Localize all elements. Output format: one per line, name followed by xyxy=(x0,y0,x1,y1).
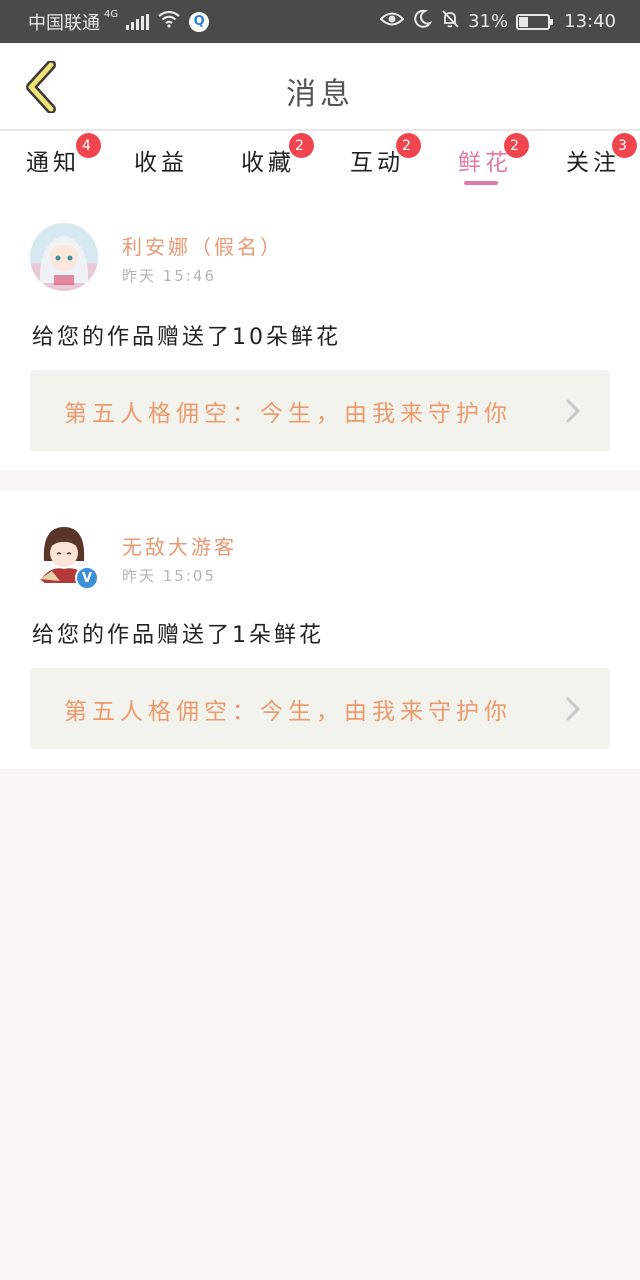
tab-bar: 通知 4 收益 收藏 2 互动 2 鲜花 2 关注 3 xyxy=(0,131,640,189)
tab-label: 鲜花 xyxy=(458,150,512,176)
work-title: 第五人格佣空：今生，由我来守护你 xyxy=(64,698,512,725)
work-link[interactable]: 第五人格佣空：今生，由我来守护你 xyxy=(30,370,610,451)
unread-badge: 2 xyxy=(396,133,421,158)
carrier-label: 中国联通 xyxy=(28,12,100,34)
network-type: 4G xyxy=(104,9,119,20)
qq-browser-icon: Q xyxy=(189,11,210,32)
chevron-right-icon xyxy=(566,697,580,721)
tab-label: 收益 xyxy=(134,150,188,176)
tab-follows[interactable]: 关注 3 xyxy=(566,133,637,177)
tab-interactions[interactable]: 互动 2 xyxy=(350,133,421,177)
tab-label: 收藏 xyxy=(241,150,295,176)
header: 消息 xyxy=(0,43,640,131)
work-link[interactable]: 第五人格佣空：今生，由我来守护你 xyxy=(30,668,610,749)
message-card: V 无敌大游客 昨天 15:05 给您的作品赠送了1朵鲜花 第五人格佣空：今生，… xyxy=(0,491,640,769)
battery-icon xyxy=(516,13,554,30)
chevron-right-icon xyxy=(566,399,580,423)
eye-icon xyxy=(379,11,405,32)
sender-name[interactable]: 利安娜（假名） xyxy=(122,231,283,260)
unread-badge: 4 xyxy=(76,133,101,158)
avatar[interactable] xyxy=(30,223,98,291)
unread-badge: 3 xyxy=(612,133,637,158)
wifi-icon xyxy=(157,10,181,33)
tab-label: 关注 xyxy=(566,150,620,176)
moon-icon xyxy=(412,9,433,34)
status-bar: 中国联通 4G Q 31% 13:40 xyxy=(0,0,640,43)
signal-icon xyxy=(126,13,150,30)
page-title: 消息 xyxy=(286,77,354,112)
verified-badge-icon: V xyxy=(75,566,99,590)
unread-badge: 2 xyxy=(289,133,314,158)
mute-bell-icon xyxy=(440,9,460,34)
tab-label: 通知 xyxy=(26,150,80,176)
active-tab-indicator xyxy=(464,181,498,185)
message-time: 昨天 15:46 xyxy=(122,267,216,285)
clock: 13:40 xyxy=(564,11,616,32)
work-title: 第五人格佣空：今生，由我来守护你 xyxy=(64,400,512,427)
tab-label: 互动 xyxy=(350,150,404,176)
message-time: 昨天 15:05 xyxy=(122,567,216,585)
unread-badge: 2 xyxy=(504,133,529,158)
tab-flowers[interactable]: 鲜花 2 xyxy=(458,133,529,177)
tab-earnings[interactable]: 收益 xyxy=(134,143,188,177)
message-text: 给您的作品赠送了1朵鲜花 xyxy=(32,623,324,648)
battery-percent: 31% xyxy=(468,11,509,32)
tab-notifications[interactable]: 通知 4 xyxy=(26,133,101,177)
tab-favorites[interactable]: 收藏 2 xyxy=(241,133,314,177)
sender-name[interactable]: 无敌大游客 xyxy=(122,531,237,560)
message-text: 给您的作品赠送了10朵鲜花 xyxy=(32,325,341,350)
message-card: 利安娜（假名） 昨天 15:46 给您的作品赠送了10朵鲜花 第五人格佣空：今生… xyxy=(0,189,640,470)
